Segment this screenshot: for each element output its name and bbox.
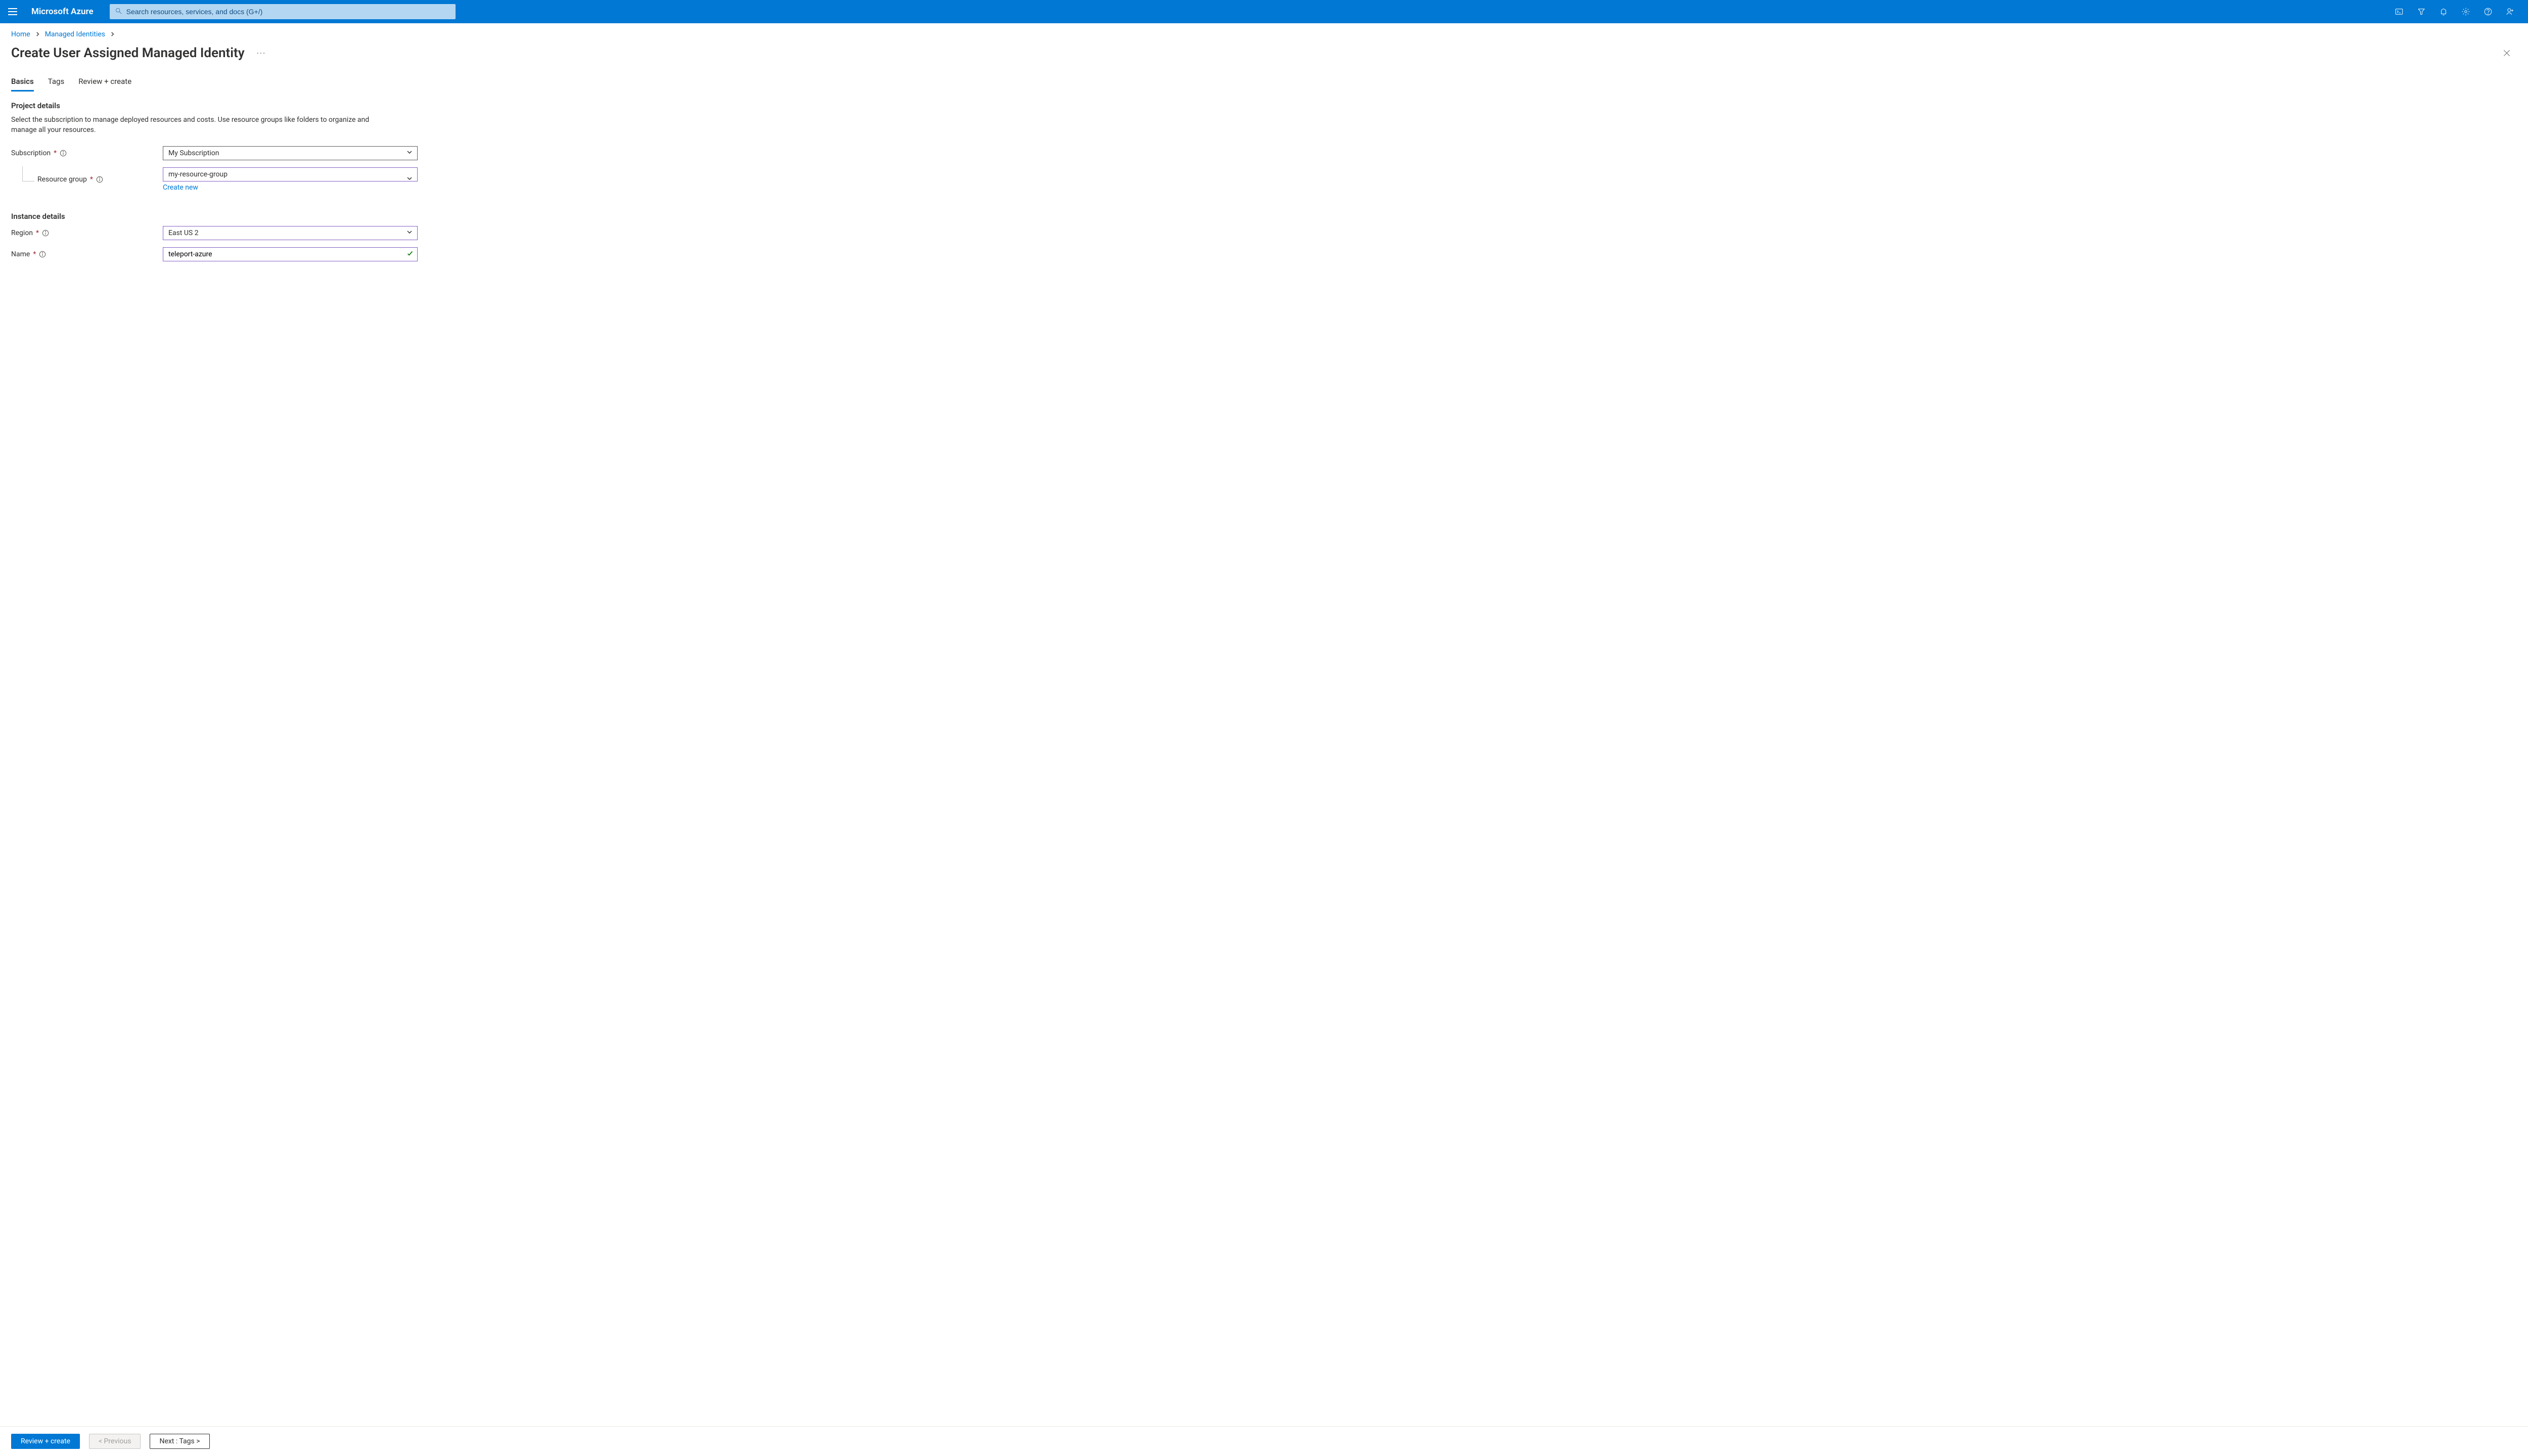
name-input[interactable] (163, 247, 418, 261)
help-icon[interactable] (2484, 7, 2493, 16)
footer-bar: Review + create < Previous Next : Tags > (0, 1426, 2528, 1456)
info-icon[interactable] (96, 176, 103, 183)
indent-connector (22, 166, 34, 181)
page-header: Create User Assigned Managed Identity ··… (0, 42, 2528, 66)
azure-topbar: Microsoft Azure (0, 0, 2528, 23)
review-create-button[interactable]: Review + create (11, 1434, 80, 1449)
section-heading-instance: Instance details (11, 212, 2517, 221)
breadcrumb: Home Managed Identities (0, 23, 2528, 42)
tab-review-create[interactable]: Review + create (78, 77, 131, 92)
previous-button: < Previous (89, 1434, 141, 1449)
breadcrumb-managed-identities[interactable]: Managed Identities (45, 30, 105, 38)
row-region: Region * East US 2 (11, 226, 2517, 240)
required-marker: * (36, 229, 39, 237)
row-name: Name * (11, 247, 2517, 261)
info-icon[interactable] (42, 230, 49, 237)
info-icon[interactable] (39, 251, 46, 258)
section-heading-project: Project details (11, 101, 2517, 110)
global-search[interactable] (110, 4, 456, 19)
search-icon (115, 7, 122, 17)
info-icon[interactable] (60, 150, 67, 157)
chevron-right-icon (35, 30, 40, 38)
region-select[interactable]: East US 2 (163, 226, 418, 240)
form-content: Basics Tags Review + create Project deta… (0, 66, 2528, 261)
required-marker: * (33, 250, 36, 258)
page-title: Create User Assigned Managed Identity (11, 46, 245, 61)
search-input[interactable] (126, 8, 450, 16)
brand-label[interactable]: Microsoft Azure (31, 7, 94, 17)
feedback-icon[interactable] (2506, 7, 2515, 16)
close-blade-icon[interactable] (2502, 48, 2512, 58)
tab-tags[interactable]: Tags (48, 77, 64, 92)
chevron-down-icon (407, 175, 413, 184)
chevron-right-icon (110, 30, 115, 38)
label-name: Name (11, 250, 30, 258)
menu-icon[interactable] (5, 4, 20, 19)
label-subscription: Subscription (11, 149, 51, 157)
required-marker: * (54, 149, 57, 157)
label-region: Region (11, 229, 33, 237)
section-desc-project: Select the subscription to manage deploy… (11, 115, 395, 135)
valid-check-icon (407, 250, 414, 259)
resource-group-select[interactable]: my-resource-group (163, 167, 418, 181)
tab-basics[interactable]: Basics (11, 77, 34, 92)
next-tags-button[interactable]: Next : Tags > (150, 1434, 209, 1449)
row-resource-group: Resource group * my-resource-group Creat… (11, 167, 2517, 192)
cloud-shell-icon[interactable] (2395, 7, 2404, 16)
tab-strip: Basics Tags Review + create (11, 77, 2517, 92)
region-value: East US 2 (168, 229, 199, 237)
label-resource-group: Resource group (37, 175, 87, 184)
settings-icon[interactable] (2461, 7, 2470, 16)
chevron-down-icon (407, 149, 413, 157)
topbar-actions (2395, 7, 2515, 16)
more-actions-icon[interactable]: ··· (257, 49, 266, 58)
resource-group-value: my-resource-group (168, 170, 228, 178)
subscription-select[interactable]: My Subscription (163, 146, 418, 160)
breadcrumb-home[interactable]: Home (11, 30, 30, 38)
subscription-value: My Subscription (168, 149, 219, 157)
row-subscription: Subscription * My Subscription (11, 146, 2517, 160)
notifications-icon[interactable] (2439, 7, 2448, 16)
directory-filter-icon[interactable] (2417, 7, 2426, 16)
create-new-resource-group-link[interactable]: Create new (163, 184, 198, 192)
required-marker: * (90, 175, 93, 184)
chevron-down-icon (407, 229, 413, 237)
